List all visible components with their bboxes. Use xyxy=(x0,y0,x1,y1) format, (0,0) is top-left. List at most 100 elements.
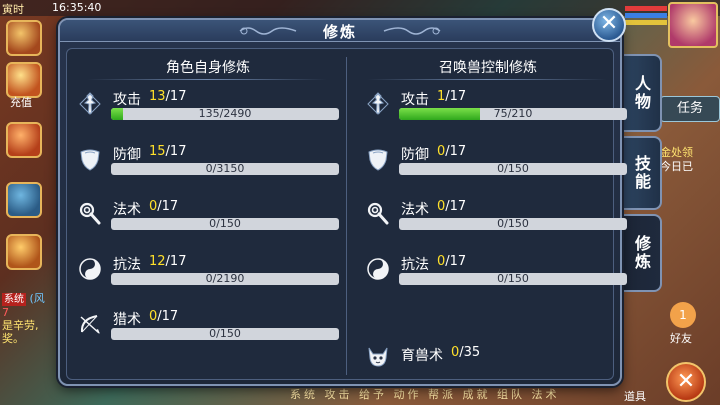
skill-name: 抗法 xyxy=(113,257,141,273)
skill-level-current: 13 xyxy=(149,89,166,104)
player-avatar[interactable] xyxy=(668,2,718,48)
chat-line: 7 xyxy=(2,306,9,319)
pet-training-row[interactable]: 育兽术 0/35 xyxy=(365,339,635,379)
recharge-label: 充值 xyxy=(10,96,32,109)
mp-bar xyxy=(625,13,667,18)
magic-icon xyxy=(367,202,389,225)
experience-text: 0/150 xyxy=(209,218,241,230)
defense-icon xyxy=(368,149,388,171)
experience-bar: 0/150 xyxy=(111,218,339,230)
skill-name: 法术 xyxy=(401,202,429,218)
game-time-label: 寅时 xyxy=(2,3,24,16)
friend-label: 好友 xyxy=(670,332,692,345)
gold-reward-line: 今日已 xyxy=(660,160,693,173)
experience-text: 0/2190 xyxy=(205,273,245,285)
gold-reward-text: 金处领 今日已 xyxy=(660,146,693,174)
skill-level: 0/17 xyxy=(437,254,466,269)
cultivation-row[interactable]: 猎术 0/17 0/150 xyxy=(77,307,347,347)
chat-log[interactable]: 系统 (风 7 是辛劳, 奖。 xyxy=(2,292,62,345)
chat-channel-tag: 系统 xyxy=(2,293,26,306)
pet-cultivation-heading: 召唤兽控制修炼 xyxy=(439,60,537,76)
experience-text: 0/150 xyxy=(209,328,241,340)
rage-bar xyxy=(625,20,667,25)
friend-badge[interactable]: 1 xyxy=(670,302,696,328)
skill-level-max: /17 xyxy=(445,254,467,269)
skill-level-current: 12 xyxy=(149,254,166,269)
props-label[interactable]: 道具 xyxy=(624,388,646,404)
skill-level: 0/35 xyxy=(451,345,480,360)
cultivation-row[interactable]: 法术 0/17 0/150 xyxy=(365,197,635,237)
cultivation-panel: 角色自身修炼 召唤兽控制修炼 攻击 13/17 135/2490 防御 15/17 0/3… xyxy=(66,48,627,380)
cultivation-row[interactable]: 防御 0/17 0/150 xyxy=(365,142,635,182)
skill-level-max: /17 xyxy=(157,199,179,214)
skill-name: 攻击 xyxy=(113,92,141,108)
skill-name: 攻击 xyxy=(401,92,429,108)
exit-icon[interactable]: ✕ xyxy=(666,362,706,402)
activity-icon[interactable] xyxy=(6,20,42,56)
heading-divider xyxy=(87,79,327,80)
hp-bar xyxy=(625,6,667,11)
expand-icon[interactable] xyxy=(6,122,42,158)
experience-bar: 0/150 xyxy=(399,218,627,230)
experience-bar: 75/210 xyxy=(399,108,627,120)
skill-level-max: /17 xyxy=(165,89,187,104)
experience-bar: 0/150 xyxy=(399,163,627,175)
cultivation-row[interactable]: 防御 15/17 0/3150 xyxy=(77,142,347,182)
hunting-icon xyxy=(80,315,100,334)
cultivation-row[interactable]: 抗法 0/17 0/150 xyxy=(365,252,635,292)
title-bar: 修炼 xyxy=(60,20,620,42)
defense-icon xyxy=(80,149,100,171)
skill-level: 0/17 xyxy=(437,199,466,214)
self-cultivation-heading: 角色自身修炼 xyxy=(166,60,250,76)
skill-level-max: /17 xyxy=(157,309,179,324)
skill-level-max: /17 xyxy=(445,144,467,159)
skill-level-max: /35 xyxy=(459,345,481,360)
experience-text: 0/150 xyxy=(497,163,529,175)
gold-reward-line: 金处领 xyxy=(660,146,693,159)
skill-name: 防御 xyxy=(401,147,429,163)
chat-icon[interactable] xyxy=(6,234,42,270)
chat-line: (风 xyxy=(29,292,45,305)
experience-bar: 0/150 xyxy=(399,273,627,285)
skill-level: 12/17 xyxy=(149,254,186,269)
close-button[interactable]: ✕ xyxy=(592,8,626,42)
experience-bar: 0/2190 xyxy=(111,273,339,285)
recharge-icon[interactable] xyxy=(6,62,42,98)
experience-text: 0/150 xyxy=(497,273,529,285)
cultivation-row[interactable]: 攻击 13/17 135/2490 xyxy=(77,87,347,127)
cultivation-row[interactable]: 法术 0/17 0/150 xyxy=(77,197,347,237)
experience-bar: 135/2490 xyxy=(111,108,339,120)
chat-line: 奖。 xyxy=(2,332,24,345)
skill-name: 抗法 xyxy=(401,257,429,273)
experience-text: 0/3150 xyxy=(205,163,245,175)
clock: 16:35:40 xyxy=(52,1,102,14)
experience-text: 75/210 xyxy=(493,108,533,120)
dialog-title: 修炼 xyxy=(322,23,357,41)
bottom-menu[interactable]: 系统 攻击 给予 动作 帮派 成就 组队 法术 xyxy=(290,386,559,402)
skill-level-max: /17 xyxy=(445,89,467,104)
skill-level: 13/17 xyxy=(149,89,186,104)
heading-divider xyxy=(367,79,607,80)
cultivation-row[interactable]: 抗法 12/17 0/2190 xyxy=(77,252,347,292)
skill-level: 0/17 xyxy=(149,309,178,324)
skill-name: 防御 xyxy=(113,147,141,163)
attack-icon xyxy=(367,92,389,115)
skill-level-max: /17 xyxy=(165,144,187,159)
skill-level: 1/17 xyxy=(437,89,466,104)
ornament-right-icon xyxy=(383,27,441,35)
skill-level: 0/17 xyxy=(437,144,466,159)
friends-list-icon[interactable] xyxy=(6,182,42,218)
quest-tab[interactable]: 任务 xyxy=(660,96,720,122)
skill-name: 育兽术 xyxy=(401,348,443,364)
resist-magic-icon xyxy=(79,258,101,280)
magic-icon xyxy=(79,202,101,225)
experience-bar: 0/150 xyxy=(111,328,339,340)
resist-magic-icon xyxy=(367,258,389,280)
skill-level: 0/17 xyxy=(149,199,178,214)
cultivation-row[interactable]: 攻击 1/17 75/210 xyxy=(365,87,635,127)
experience-text: 135/2490 xyxy=(198,108,252,120)
pet-training-icon xyxy=(368,347,388,367)
skill-name: 法术 xyxy=(113,202,141,218)
experience-bar: 0/3150 xyxy=(111,163,339,175)
experience-text: 0/150 xyxy=(497,218,529,230)
